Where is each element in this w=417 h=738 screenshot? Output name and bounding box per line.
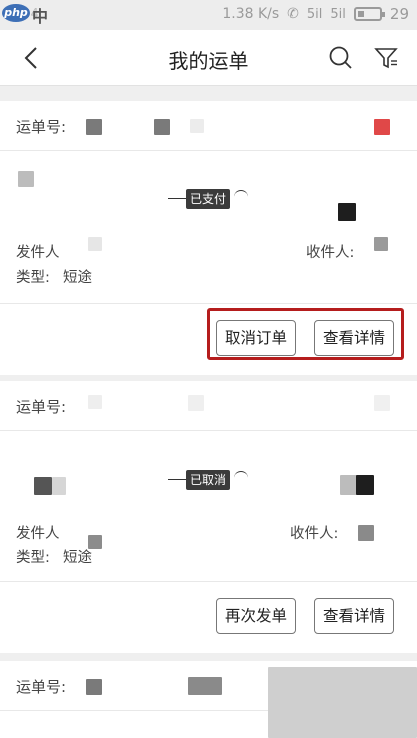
battery-level xyxy=(357,11,364,17)
page-title: 我的运单 xyxy=(168,49,249,73)
redacted-block xyxy=(374,237,388,251)
status-bar: 404 php 中文网 1.38 K/s ✆ 5il 5il 29 xyxy=(0,0,417,74)
highlight-box xyxy=(207,308,404,360)
order-card[interactable]: 运单号: 已取消 发件人 收件人: 类型: 短途 再次发单 查看详情 xyxy=(0,381,417,653)
search-icon[interactable] xyxy=(328,45,354,71)
redacted-block xyxy=(88,395,102,409)
redacted-block xyxy=(52,477,66,495)
waybill-label: 运单号: xyxy=(16,398,67,416)
type-label: 类型: xyxy=(16,550,50,566)
type-value: 短途 xyxy=(63,270,92,286)
waybill-label: 运单号: xyxy=(16,678,67,696)
status-badge: 已支付 xyxy=(186,189,231,209)
waybill-row: 运单号: xyxy=(0,101,417,151)
status-badge: 已取消 xyxy=(186,470,231,490)
sender-label: 发件人 xyxy=(16,245,60,261)
redacted-block xyxy=(358,525,374,541)
receiver-label: 收件人: xyxy=(306,245,355,261)
signal-icon: 5il xyxy=(306,6,323,22)
order-actions: 再次发单 查看详情 xyxy=(0,581,417,653)
status-curve xyxy=(234,471,248,481)
redacted-block xyxy=(356,475,374,495)
redacted-block xyxy=(338,203,356,221)
redacted-block xyxy=(374,395,390,411)
redacted-block xyxy=(18,171,34,187)
watermark-logo: php xyxy=(2,4,30,22)
network-speed: 1.38 K/s xyxy=(222,6,280,22)
status-line xyxy=(168,479,186,480)
view-details-button[interactable]: 查看详情 xyxy=(314,598,395,634)
redacted-block xyxy=(188,395,204,411)
waybill-row: 运单号: xyxy=(0,381,417,431)
status-curve xyxy=(234,190,248,200)
app-header: 我的运单 xyxy=(0,30,417,86)
receiver-label: 收件人: xyxy=(290,526,339,542)
signal-icon-2: 5il xyxy=(330,6,346,22)
status-line xyxy=(168,198,186,199)
type-label: 类型: xyxy=(16,270,50,286)
redacted-block xyxy=(268,667,417,738)
battery-percent: 29 xyxy=(389,5,409,23)
reorder-button[interactable]: 再次发单 xyxy=(216,598,297,634)
redacted-block xyxy=(190,119,204,133)
phone-wifi-icon: ✆ xyxy=(287,6,299,22)
order-status: 已支付 xyxy=(168,188,278,210)
redacted-block xyxy=(86,119,102,135)
redacted-block xyxy=(34,477,52,495)
filter-icon[interactable] xyxy=(373,45,399,71)
redacted-block xyxy=(86,679,102,695)
type-value: 短途 xyxy=(63,550,92,566)
order-status: 已取消 xyxy=(168,469,278,491)
redacted-block xyxy=(374,119,390,135)
battery-icon xyxy=(353,7,385,21)
waybill-label: 运单号: xyxy=(16,118,67,136)
redacted-block xyxy=(88,237,102,251)
redacted-block xyxy=(188,677,222,695)
sender-label: 发件人 xyxy=(16,526,60,542)
redacted-block xyxy=(154,119,170,135)
order-card[interactable]: 运单号: xyxy=(0,661,417,738)
